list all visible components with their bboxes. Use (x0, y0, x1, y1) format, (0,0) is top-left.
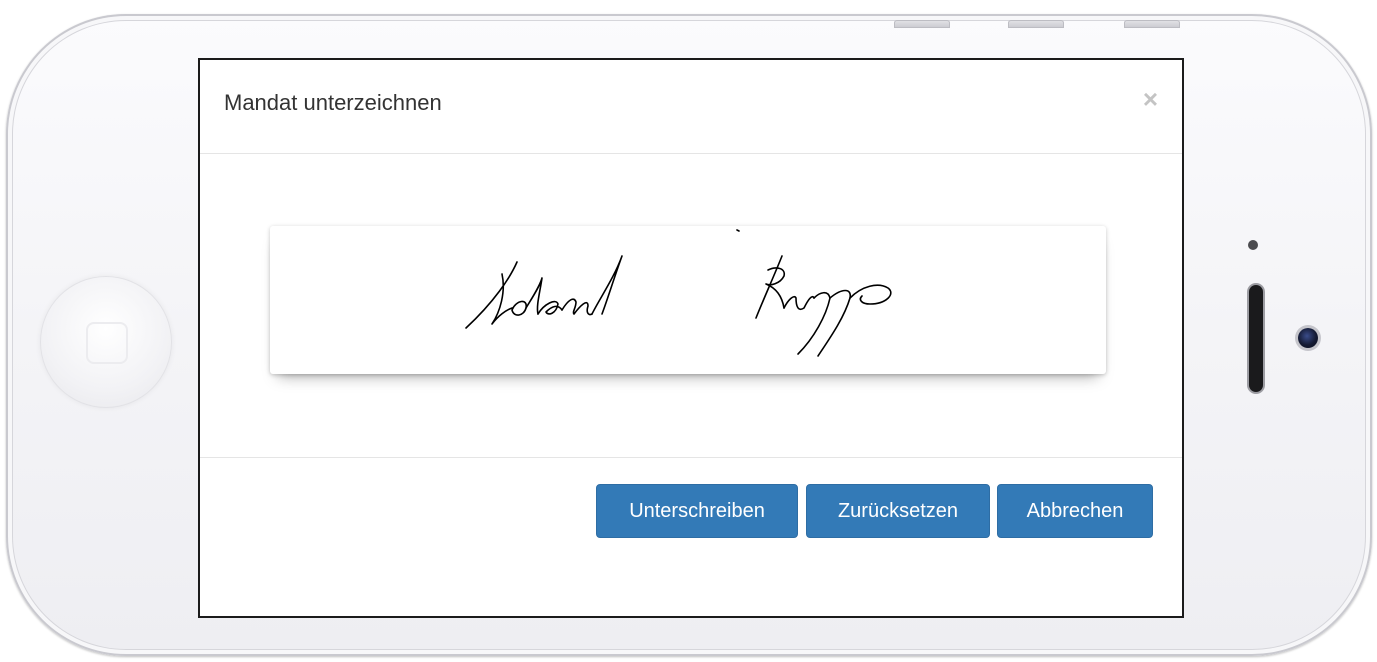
modal-title: Mandat unterzeichnen (224, 90, 442, 115)
home-button-icon (40, 276, 172, 408)
power-button (1124, 20, 1180, 28)
modal-body (200, 154, 1182, 458)
camera-icon (1298, 328, 1318, 348)
cancel-button[interactable]: Abbrechen (997, 484, 1153, 538)
signature-modal: Mandat unterzeichnen × Unterschreiben Zu… (198, 58, 1184, 618)
modal-header: Mandat unterzeichnen × (200, 60, 1182, 154)
close-icon[interactable]: × (1143, 86, 1158, 112)
home-button-square (86, 322, 128, 364)
sensor-icon (1248, 240, 1258, 250)
speaker-icon (1249, 285, 1263, 392)
signature-pad[interactable] (270, 226, 1106, 374)
reset-button[interactable]: Zurücksetzen (806, 484, 990, 538)
stage: Mandat unterzeichnen × Unterschreiben Zu… (0, 0, 1377, 662)
modal-footer: Unterschreiben Zurücksetzen Abbrechen (200, 458, 1182, 618)
volume-button (1008, 20, 1064, 28)
signature-drawing (465, 229, 892, 357)
volume-button (894, 20, 950, 28)
sign-button[interactable]: Unterschreiben (596, 484, 798, 538)
